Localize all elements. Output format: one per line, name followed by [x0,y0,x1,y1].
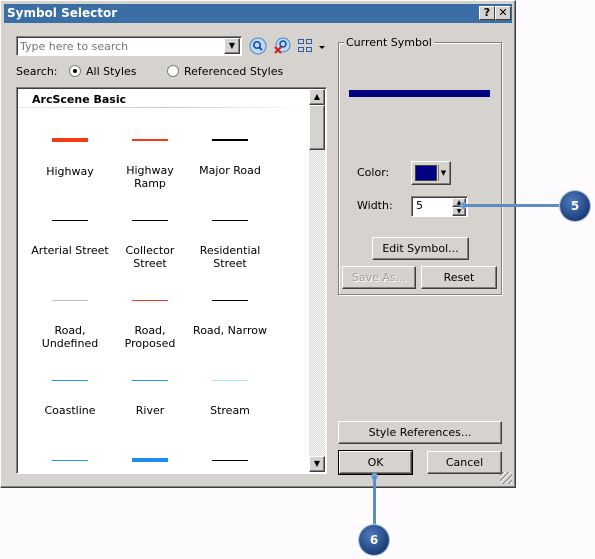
line-symbol-swatch [212,380,248,381]
symbol-item[interactable]: River [110,377,190,417]
symbol-item[interactable] [110,457,190,473]
search-dropdown-button[interactable]: ▼ [224,38,240,54]
line-symbol-swatch [52,138,88,142]
search-scope: Search: All Styles Referenced Styles [16,64,283,80]
symbol-item[interactable]: Coastline [30,377,110,417]
symbol-item[interactable]: Stream [190,377,270,417]
help-button[interactable]: ? [479,6,495,20]
chevron-down-icon [319,46,325,49]
line-symbol-swatch [132,300,168,301]
search-input[interactable] [20,38,220,54]
symbol-label: Highway Ramp [126,164,174,190]
symbol-item[interactable]: Major Road [190,137,270,177]
header-divider [19,107,307,108]
cancel-button[interactable]: Cancel [427,451,502,474]
arrow-up-icon: ▲ [313,92,321,101]
radio-all-styles[interactable]: All Styles [69,65,137,78]
radio-referenced-styles[interactable]: Referenced Styles [167,65,283,78]
line-symbol-swatch [52,460,88,461]
line-symbol-swatch [212,220,248,221]
search-scope-label: Search: [16,65,58,78]
symbol-item[interactable]: Road, Narrow [190,297,270,337]
symbol-item[interactable] [190,457,270,473]
symbol-item[interactable]: Arterial Street [30,217,110,257]
line-symbol-swatch [52,300,88,301]
symbol-label: Coastline [44,404,96,417]
color-label: Color: [357,166,390,179]
line-symbol-swatch [132,220,168,221]
vertical-scrollbar[interactable]: ▲ ▼ [309,89,325,472]
callout-5-badge: 5 [560,191,590,221]
line-symbol-swatch [132,458,168,462]
gallery-header: ArcScene Basic [32,93,127,106]
symbol-label: Highway [46,165,94,178]
line-symbol-swatch [212,460,248,461]
symbol-item[interactable]: Highway Ramp [110,137,190,190]
color-swatch [415,165,437,181]
reset-button[interactable]: Reset [421,266,497,289]
scroll-thumb[interactable] [309,105,325,150]
symbol-item[interactable]: Road, Proposed [110,297,190,350]
symbol-item[interactable]: Highway [30,137,110,178]
ok-button[interactable]: OK [338,450,413,475]
current-symbol-label: Current Symbol [344,36,434,49]
symbol-label: Stream [210,404,250,417]
search-combobox[interactable]: ▼ [16,36,242,56]
symbol-label: Residential Street [199,244,261,270]
symbol-item[interactable]: Collector Street [110,217,190,270]
search-button[interactable] [249,37,267,55]
line-symbol-swatch [132,139,168,141]
arrow-down-icon: ▼ [313,459,321,468]
window-title: Symbol Selector [7,6,118,20]
close-button[interactable]: ✕ [495,6,511,20]
width-value[interactable]: 5 [416,199,423,212]
line-symbol-swatch [52,380,88,381]
color-picker-button[interactable]: ▼ [411,161,451,185]
title-bar: Symbol Selector ? ✕ [4,4,512,23]
scroll-up-button[interactable]: ▲ [309,89,325,105]
resize-grip[interactable] [500,472,512,484]
line-symbol-swatch [212,300,248,301]
line-symbol-swatch [212,139,248,141]
symbol-item[interactable]: Road, Undefined [30,297,110,350]
magnifier-clear-icon [274,37,291,54]
symbol-label: River [135,404,165,417]
close-icon: ✕ [498,6,508,19]
radio-button[interactable] [167,65,179,77]
symbol-label: Road, Undefined [41,324,99,350]
chevron-down-icon: ▼ [438,165,448,181]
scroll-down-button[interactable]: ▼ [309,456,325,472]
line-symbol-swatch [52,220,88,221]
style-references-button[interactable]: Style References... [338,421,502,444]
view-options-button[interactable] [297,37,327,55]
callout-6-leader [373,476,376,528]
save-as-button[interactable]: Save As... [342,266,416,289]
clear-search-button[interactable] [273,37,291,55]
symbol-item[interactable]: Residential Street [190,217,270,270]
callout-6-badge: 6 [359,525,389,555]
line-symbol-swatch [132,380,168,381]
symbol-gallery[interactable]: ArcScene Basic Highway Highway Ramp Major … [16,87,327,474]
symbol-label: Road, Proposed [124,324,176,350]
symbol-preview [349,90,490,97]
grid-view-icon [298,39,325,52]
callout-5-leader [463,204,560,207]
symbol-selector-dialog: Symbol Selector ? ✕ ▼ Search: All Styles… [0,0,516,488]
chevron-down-icon: ▼ [228,41,236,50]
magnifier-icon [249,37,267,55]
symbol-label: Major Road [199,164,261,177]
edit-symbol-button[interactable]: Edit Symbol... [372,237,469,260]
symbol-label: Road, Narrow [193,324,267,337]
symbol-item[interactable] [30,457,110,473]
symbol-label: Arterial Street [31,244,109,257]
width-label: Width: [357,199,393,212]
radio-button[interactable] [69,65,81,77]
symbol-label: Collector Street [125,244,175,270]
